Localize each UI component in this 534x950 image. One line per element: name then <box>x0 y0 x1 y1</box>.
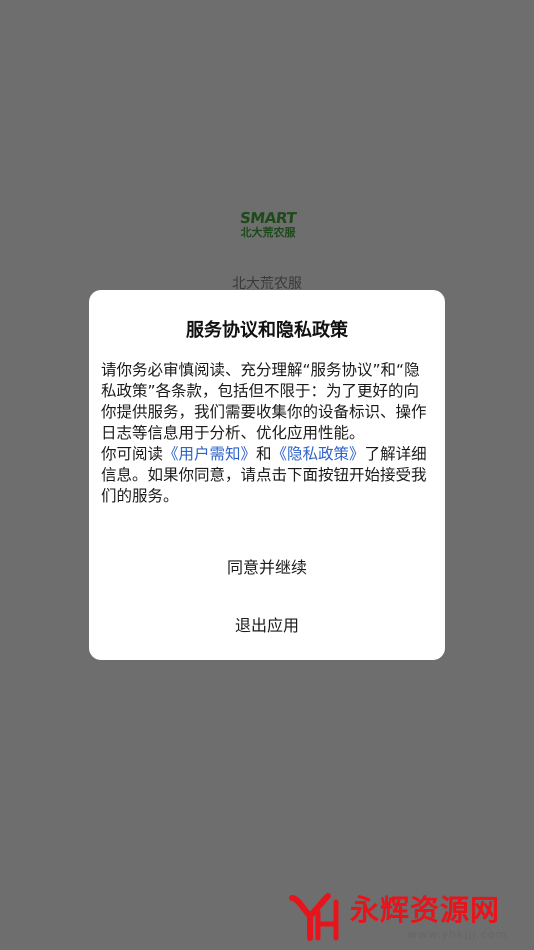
privacy-policy-link[interactable]: 《隐私政策》 <box>272 445 365 463</box>
dialog-body: 请你务必审慎阅读、充分理解“服务协议”和“隐私政策”各条款，包括但不限于：为了更… <box>101 360 433 507</box>
dialog-paragraph-2: 你可阅读《用户需知》和《隐私政策》了解详细信息。如果你同意，请点击下面按钮开始接… <box>101 444 433 507</box>
watermark-brand-text: 永辉资源网 <box>350 893 501 927</box>
logo-brand-text: 北大荒农服 <box>240 226 296 239</box>
paragraph-2-and: 和 <box>256 445 272 463</box>
watermark-url-text: www.yhkjjj.com <box>408 928 508 941</box>
exit-app-button[interactable]: 退出应用 <box>89 612 445 635</box>
app-logo: SMART 北大荒农服 <box>236 209 300 246</box>
agree-continue-button[interactable]: 同意并继续 <box>89 554 445 577</box>
privacy-dialog: 服务协议和隐私政策 请你务必审慎阅读、充分理解“服务协议”和“隐私政策”各条款，… <box>89 290 445 660</box>
paragraph-2-prefix: 你可阅读 <box>101 445 164 463</box>
logo-smart-text: SMART <box>239 209 297 227</box>
user-agreement-link[interactable]: 《用户需知》 <box>163 445 256 463</box>
dialog-paragraph-1: 请你务必审慎阅读、充分理解“服务协议”和“隐私政策”各条款，包括但不限于：为了更… <box>101 361 427 442</box>
watermark-logo-icon <box>289 893 339 941</box>
watermark: 永辉资源网 www.yhkjjj.com <box>288 888 518 944</box>
dialog-title: 服务协议和隐私政策 <box>186 320 348 341</box>
